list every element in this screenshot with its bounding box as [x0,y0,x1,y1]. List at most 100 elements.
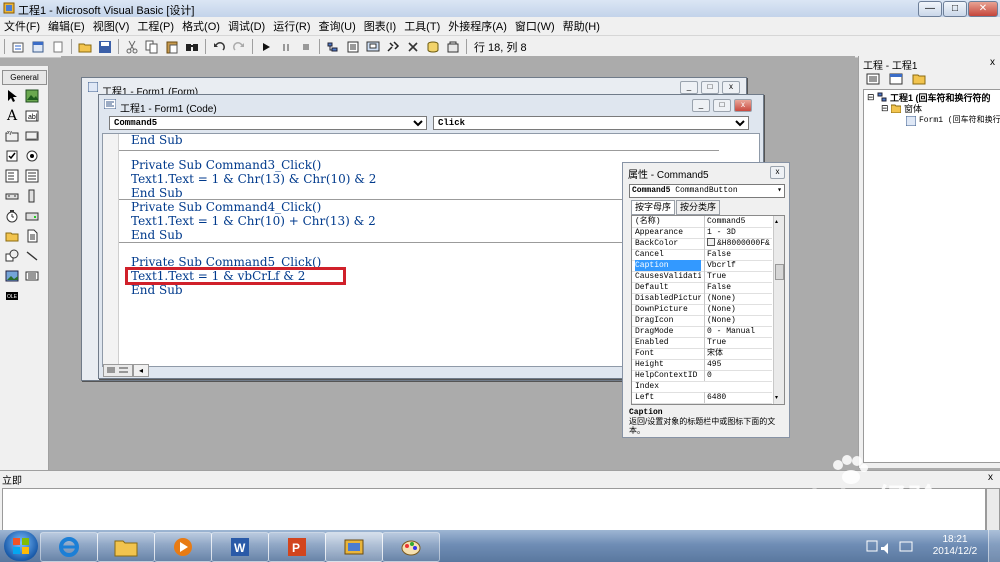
picturebox-icon[interactable] [24,88,40,104]
hscrollbar-icon[interactable] [4,188,20,204]
object-selector[interactable]: Command5 CommandButton ▾ [629,184,785,198]
add-project-icon[interactable] [10,39,26,55]
taskbar-media-button[interactable] [154,532,212,562]
show-desktop-button[interactable] [988,530,1000,562]
data-icon[interactable] [24,268,40,284]
copy-icon[interactable] [144,39,160,55]
hscroll-left-arrow[interactable]: ◂ [133,364,149,377]
tree-expander[interactable]: ⊟ [881,103,889,114]
view-object-icon[interactable] [888,71,904,87]
toggle-folders-icon[interactable] [911,71,927,87]
vscrollbar-icon[interactable] [24,188,40,204]
scroll-thumb[interactable] [775,264,784,280]
menu-edit[interactable]: 编辑(E) [44,18,89,34]
listbox-icon[interactable] [24,168,40,184]
code-minimize-button[interactable]: _ [692,99,710,112]
image-icon[interactable] [4,268,20,284]
save-icon[interactable] [97,39,113,55]
component-manager-icon[interactable] [445,39,461,55]
commandbutton-icon[interactable] [24,128,40,144]
menu-run[interactable]: 运行(R) [269,18,314,34]
line-icon[interactable] [24,248,40,264]
view-toggle-buttons[interactable] [103,364,133,377]
redo-icon[interactable] [231,39,247,55]
object-browser-icon[interactable] [385,39,401,55]
menu-query[interactable]: 查询(U) [315,18,360,34]
properties-close-button[interactable]: x [770,166,785,179]
toolbox-icon[interactable] [405,39,421,55]
textbox-icon[interactable]: ab| [24,108,40,124]
tab-alphabetic[interactable]: 按字母序 [631,200,676,215]
property-grid-scrollbar[interactable]: ▴ ▾ [773,216,784,404]
close-button[interactable]: ✕ [968,1,998,17]
combobox-icon[interactable] [4,168,20,184]
scroll-down-arrow[interactable]: ▾ [775,394,778,401]
ole-icon[interactable]: OLE [4,288,20,304]
toolbox-header[interactable]: General [2,70,47,85]
open-icon[interactable] [77,39,93,55]
menu-file[interactable]: 文件(F) [0,18,44,34]
data-view-icon[interactable] [425,39,441,55]
project-tree[interactable]: ⊟ 工程1 (回车符和换行符的 ⊟ 窗体 Form1 (回车符和换行 [863,89,1000,463]
project-explorer-close-button[interactable]: x [987,58,998,68]
form-minimize-button[interactable]: _ [680,81,698,94]
end-icon[interactable] [298,39,314,55]
cut-icon[interactable] [124,39,140,55]
taskbar-word-button[interactable]: W [211,532,269,562]
immediate-input[interactable] [2,488,986,532]
procedure-combo[interactable]: Click [433,116,749,130]
taskbar-vb6-button[interactable] [325,532,383,562]
undo-icon[interactable] [211,39,227,55]
start-icon[interactable] [258,39,274,55]
form-close-button[interactable]: x [722,81,740,94]
property-row[interactable]: Left 6480 [632,392,772,404]
shape-icon[interactable] [4,248,20,264]
menu-format[interactable]: 格式(O) [178,18,224,34]
taskbar-powerpoint-button[interactable]: P [268,532,326,562]
tab-categorized[interactable]: 按分类序 [676,200,721,215]
start-button[interactable] [4,531,38,561]
taskbar-clock[interactable]: 18:21 2014/12/2 [928,534,982,558]
taskbar-explorer-button[interactable] [97,532,155,562]
tree-expander[interactable]: ⊟ [867,92,875,103]
tray-icons[interactable] [866,538,916,554]
menu-tools[interactable]: 工具(T) [400,18,444,34]
taskbar-paint-button[interactable] [382,532,440,562]
filelistbox-icon[interactable] [24,228,40,244]
menu-view[interactable]: 视图(V) [89,18,134,34]
form-maximize-button[interactable]: □ [701,81,719,94]
immediate-scrollbar[interactable] [986,488,1000,532]
scroll-up-arrow[interactable]: ▴ [775,218,778,225]
menu-help[interactable]: 帮助(H) [559,18,604,34]
menu-diagram[interactable]: 图表(I) [360,18,400,34]
timer-icon[interactable] [4,208,20,224]
properties-window[interactable]: 属性 - Command5 x Command5 CommandButton ▾… [622,162,790,438]
menu-window[interactable]: 窗口(W) [511,18,559,34]
menu-addins[interactable]: 外接程序(A) [444,18,511,34]
tree-form-node[interactable]: Form1 (回车符和换行 [919,114,1000,125]
code-close-button[interactable]: x [734,99,752,112]
drivelistbox-icon[interactable] [24,208,40,224]
property-grid[interactable]: (名称) Command5 Appearance 1 - 3D BackColor &… [631,215,785,405]
find-icon[interactable] [184,39,200,55]
immediate-close-button[interactable]: x [985,473,996,483]
paste-icon[interactable] [164,39,180,55]
form-layout-icon[interactable] [365,39,381,55]
label-icon[interactable]: A [4,108,20,124]
taskbar-ie-button[interactable] [40,532,98,562]
checkbox-icon[interactable] [4,148,20,164]
object-combo[interactable]: Command5 [109,116,427,130]
menu-editor-icon[interactable] [50,39,66,55]
add-form-icon[interactable] [30,39,46,55]
frame-icon[interactable]: xy [4,128,20,144]
break-icon[interactable] [278,39,294,55]
menu-project[interactable]: 工程(P) [133,18,178,34]
dirlistbox-icon[interactable] [4,228,20,244]
code-maximize-button[interactable]: □ [713,99,731,112]
properties-icon[interactable] [345,39,361,55]
maximize-button[interactable]: □ [943,1,967,17]
project-explorer-icon[interactable] [325,39,341,55]
optionbutton-icon[interactable] [24,148,40,164]
pointer-icon[interactable] [4,88,20,104]
menu-debug[interactable]: 调试(D) [224,18,269,34]
